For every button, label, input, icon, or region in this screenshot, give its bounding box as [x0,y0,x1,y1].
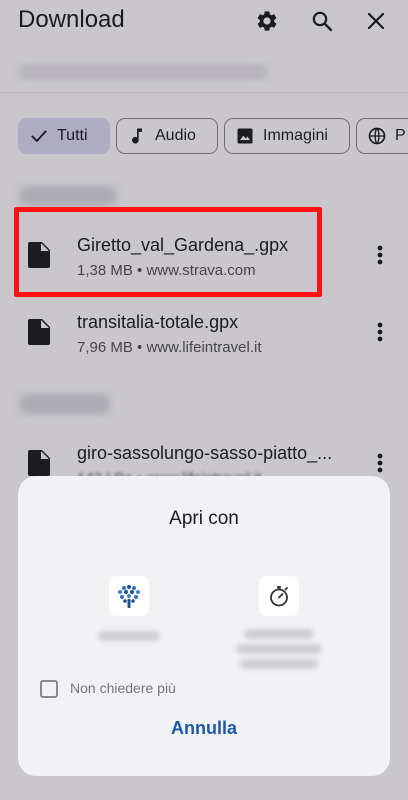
close-button[interactable] [361,6,391,36]
cancel-button[interactable]: Annulla [154,718,254,742]
app-label-redacted [240,659,318,669]
checkbox-label: Non chiedere più [70,680,176,696]
app-label-redacted [244,629,314,639]
section-header-redacted [20,186,116,206]
app-bar: Download [0,0,408,44]
app-label-redacted [236,644,322,654]
check-icon [31,130,47,142]
app-option-1[interactable] [109,576,149,616]
downloads-screen: Download Tutti Audio Immagini P Giretto_… [0,0,408,800]
file-name: transitalia-totale.gpx [77,312,239,332]
chip-label: Audio [155,127,196,144]
more-vert-icon [377,453,383,473]
file-name: giro-sassolungo-sasso-piatto_... [77,443,333,463]
image-icon [237,128,253,144]
more-options-button[interactable] [370,450,390,476]
chip-pagine[interactable]: P [356,118,408,154]
tree-app-icon [118,585,140,608]
close-icon [367,12,385,30]
file-row[interactable]: transitalia-totale.gpx 7,96 MB • www.lif… [0,297,408,367]
music-note-icon [132,128,142,144]
more-options-button[interactable] [370,242,390,268]
globe-icon [368,127,386,145]
storage-info-redacted [18,64,268,80]
page-title: Download [18,6,125,33]
file-icon [28,450,50,476]
divider [0,92,408,93]
chip-audio[interactable]: Audio [116,118,218,154]
more-options-button[interactable] [370,319,390,345]
filter-chips: Tutti Audio Immagini P [18,118,408,154]
chip-immagini[interactable]: Immagini [224,118,350,154]
dialog-title: Apri con [169,508,239,529]
app-label-redacted [98,631,160,641]
stopwatch-icon [270,586,288,607]
file-icon [28,319,50,345]
chip-tutti[interactable]: Tutti [18,118,110,154]
chip-label: P [395,127,406,144]
chip-label: Tutti [57,127,88,144]
section-header-redacted [20,394,110,414]
chip-label: Immagini [263,127,328,144]
more-vert-icon [377,322,383,342]
dont-ask-again-checkbox[interactable] [40,680,58,698]
app-option-2[interactable] [259,576,299,616]
search-icon [312,11,333,32]
open-with-dialog: Apri con Non chiedere più Annulla [18,476,390,776]
settings-button[interactable] [252,6,282,36]
more-vert-icon [377,245,383,265]
gear-icon [257,11,277,31]
search-button[interactable] [307,6,337,36]
file-meta: 7,96 MB • www.lifeintravel.it [77,339,262,356]
highlight-box [14,207,322,297]
